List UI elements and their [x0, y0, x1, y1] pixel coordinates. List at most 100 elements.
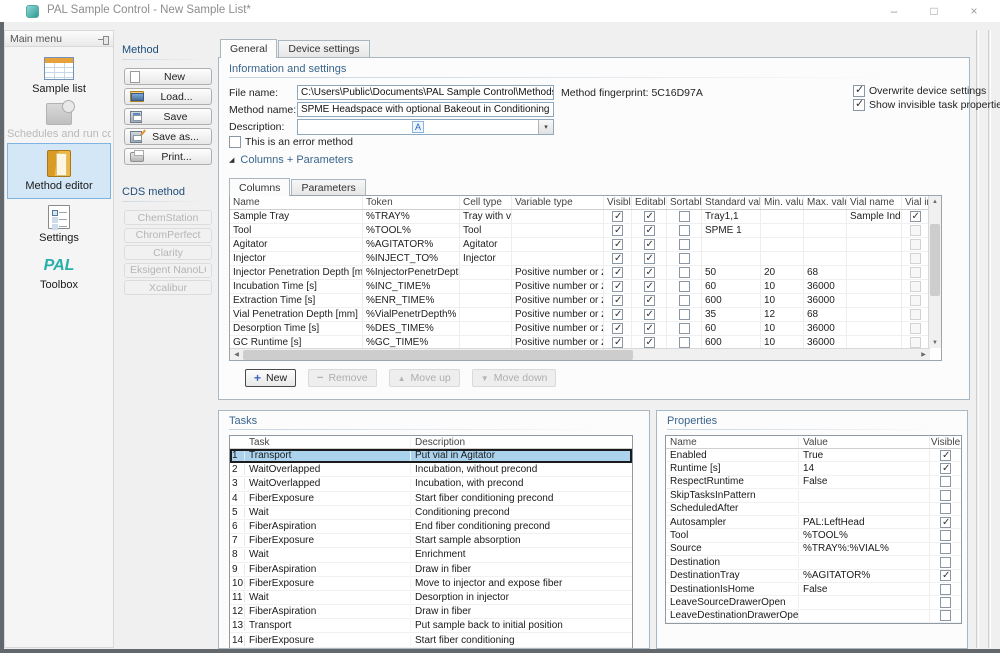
variable-type-cell[interactable] — [512, 252, 604, 265]
task-description[interactable]: Start fiber conditioning precond — [411, 493, 632, 504]
move-up-button[interactable]: ▲ Move up — [389, 369, 460, 387]
variable-type-cell[interactable]: Positive number or zero — [512, 308, 604, 321]
property-name[interactable]: ScheduledAfter — [666, 503, 799, 514]
task-name[interactable]: WaitOverlapped — [245, 478, 411, 489]
property-name[interactable]: Enabled — [666, 450, 799, 461]
task-description[interactable]: Enrichment — [411, 549, 632, 560]
property-visible-checkbox[interactable] — [940, 490, 951, 501]
task-row[interactable]: 13 Transport Put sample back to initial … — [230, 619, 632, 633]
column-header-cell[interactable]: Token — [363, 196, 460, 209]
property-name[interactable]: Autosampler — [666, 517, 799, 528]
token-cell[interactable]: %InjectorPenetrDepth% — [363, 266, 460, 279]
task-row[interactable]: 12 FiberAspiration Draw in fiber — [230, 605, 632, 619]
min-value-cell[interactable] — [761, 224, 804, 237]
token-cell[interactable]: %DES_TIME% — [363, 322, 460, 335]
max-value-cell[interactable] — [804, 224, 847, 237]
sortable-checkbox[interactable] — [679, 295, 690, 306]
name-cell[interactable]: Agitator — [230, 238, 363, 251]
cell-type-cell[interactable] — [460, 322, 512, 335]
column-header-cell[interactable]: Cell type — [460, 196, 512, 209]
visible-checkbox[interactable] — [612, 295, 623, 306]
task-name[interactable]: FiberAspiration — [245, 564, 411, 575]
column-row[interactable]: Tool %TOOL% Tool SPME 1 — [230, 224, 928, 238]
task-description[interactable]: Conditioning precond — [411, 507, 632, 518]
variable-type-cell[interactable]: Positive number or zero — [512, 294, 604, 307]
scroll-up-icon[interactable]: ▲ — [929, 196, 941, 207]
task-description[interactable]: Put sample back to initial position — [411, 620, 632, 631]
task-row[interactable]: 15 Wait Conditioning — [230, 648, 632, 649]
token-cell[interactable]: %ENR_TIME% — [363, 294, 460, 307]
standard-value-cell[interactable]: 60 — [702, 322, 761, 335]
column-row[interactable]: Injector %INJECT_TO% Injector — [230, 252, 928, 266]
task-description[interactable]: Draw in fiber — [411, 606, 632, 617]
max-value-cell[interactable]: 36000 — [804, 280, 847, 293]
task-name[interactable]: Transport — [245, 450, 411, 461]
cds-button[interactable]: Eksigent NanoLC — [124, 263, 212, 278]
scroll-left-icon[interactable]: ◀ — [230, 351, 243, 358]
property-value[interactable]: PAL:LeftHead — [799, 517, 929, 528]
task-name[interactable]: FiberExposure — [245, 578, 411, 589]
property-row[interactable]: ScheduledAfter — [666, 503, 961, 516]
column-header-cell[interactable]: Vial name — [847, 196, 902, 209]
visible-checkbox[interactable] — [612, 267, 623, 278]
sortable-checkbox[interactable] — [679, 253, 690, 264]
vial-name-cell[interactable] — [847, 266, 902, 279]
name-cell[interactable]: Desorption Time [s] — [230, 322, 363, 335]
vertical-scroll-thumb[interactable] — [930, 224, 940, 296]
property-name[interactable]: Source — [666, 543, 799, 554]
editable-checkbox[interactable] — [644, 211, 655, 222]
pin-icon[interactable] — [98, 34, 108, 44]
error-method-checkbox[interactable] — [229, 136, 241, 148]
sortable-checkbox[interactable] — [679, 211, 690, 222]
column-header-cell[interactable]: Editable — [632, 196, 667, 209]
horizontal-scroll-thumb[interactable] — [243, 350, 633, 360]
visible-checkbox[interactable] — [612, 225, 623, 236]
vial-increment-checkbox[interactable] — [910, 337, 921, 348]
standard-value-cell[interactable]: 50 — [702, 266, 761, 279]
task-name[interactable]: FiberExposure — [245, 635, 411, 646]
vial-increment-checkbox[interactable] — [910, 253, 921, 264]
column-row[interactable]: Sample Tray %TRAY% Tray with vial Tray1,… — [230, 210, 928, 224]
name-cell[interactable]: Vial Penetration Depth [mm] — [230, 308, 363, 321]
task-name[interactable]: Wait — [245, 549, 411, 560]
task-row[interactable]: 3 WaitOverlapped Incubation, with precon… — [230, 477, 632, 491]
sortable-checkbox[interactable] — [679, 309, 690, 320]
task-name[interactable]: FiberAspiration — [245, 606, 411, 617]
new-column-button[interactable]: + New — [245, 369, 296, 387]
sidebar-item[interactable]: Method editor — [7, 143, 111, 199]
file-name-input[interactable]: C:\Users\Public\Documents\PAL Sample Con… — [297, 85, 554, 100]
vial-increment-checkbox[interactable] — [910, 225, 921, 236]
visible-checkbox[interactable] — [612, 253, 623, 264]
property-visible-checkbox[interactable] — [940, 557, 951, 568]
property-value[interactable]: False — [799, 584, 929, 595]
standard-value-cell[interactable]: 35 — [702, 308, 761, 321]
cell-type-cell[interactable] — [460, 294, 512, 307]
name-cell[interactable]: Sample Tray — [230, 210, 363, 223]
token-cell[interactable]: %TOOL% — [363, 224, 460, 237]
main-tab[interactable]: General — [220, 39, 277, 58]
columns-parameters-section[interactable]: ◢ Columns + Parameters — [229, 154, 353, 166]
vertical-scrollbar[interactable]: ▲ ▼ — [928, 196, 941, 348]
standard-value-cell[interactable]: 60 — [702, 280, 761, 293]
max-value-cell[interactable]: 68 — [804, 266, 847, 279]
column-header-cell[interactable]: Visible — [604, 196, 632, 209]
cell-type-cell[interactable] — [460, 308, 512, 321]
task-description[interactable]: Start sample absorption — [411, 535, 632, 546]
column-row[interactable]: Desorption Time [s] %DES_TIME% Positive … — [230, 322, 928, 336]
task-row[interactable]: 8 Wait Enrichment — [230, 548, 632, 562]
name-cell[interactable]: Tool — [230, 224, 363, 237]
editable-checkbox[interactable] — [644, 295, 655, 306]
property-visible-checkbox[interactable] — [940, 543, 951, 554]
property-value[interactable]: False — [799, 476, 929, 487]
token-cell[interactable]: %AGITATOR% — [363, 238, 460, 251]
editable-checkbox[interactable] — [644, 323, 655, 334]
name-cell[interactable]: Injector Penetration Depth [mm] — [230, 266, 363, 279]
property-name[interactable]: DestinationIsHome — [666, 584, 799, 595]
minimize-button[interactable]: – — [874, 0, 914, 22]
sortable-checkbox[interactable] — [679, 267, 690, 278]
vial-name-cell[interactable]: Sample Index — [847, 210, 902, 223]
token-cell[interactable]: %TRAY% — [363, 210, 460, 223]
property-row[interactable]: Autosampler PAL:LeftHead — [666, 516, 961, 529]
name-cell[interactable]: Incubation Time [s] — [230, 280, 363, 293]
vial-increment-checkbox[interactable] — [910, 323, 921, 334]
